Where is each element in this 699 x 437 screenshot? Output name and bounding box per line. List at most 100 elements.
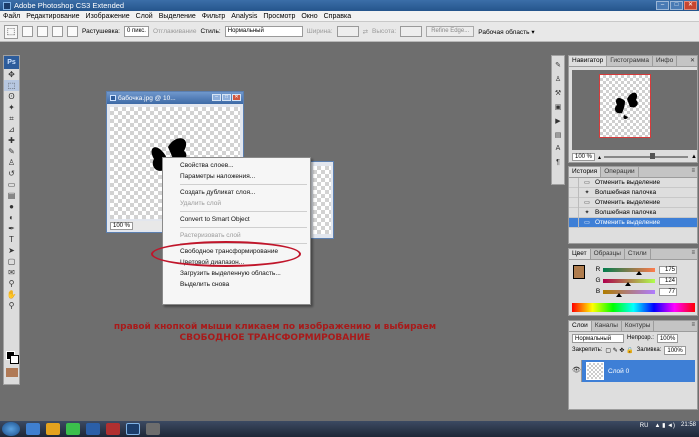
visibility-eye-icon[interactable]: 👁	[572, 360, 582, 382]
history-item[interactable]: ✦ Волшебная палочка	[569, 187, 697, 198]
tab-histogram[interactable]: Гистограмма	[607, 56, 653, 66]
close-button[interactable]: ✕	[684, 1, 697, 10]
menu-item-rasterize-layer[interactable]: Растеризовать слой	[163, 230, 310, 241]
menu-item-delete-layer[interactable]: Удалить слой	[163, 198, 310, 209]
character-panel-icon[interactable]: A	[552, 143, 564, 154]
brushes-panel-icon[interactable]: ✎	[552, 59, 564, 70]
tab-paths[interactable]: Контуры	[622, 321, 655, 331]
menu-image[interactable]: Изображение	[83, 13, 133, 20]
menu-filter[interactable]: Фильтр	[199, 13, 229, 20]
navigator-zoom-input[interactable]: 100 %	[572, 153, 596, 161]
workspace-menu[interactable]: Рабочая область ▾	[478, 28, 534, 36]
menu-item-duplicate-layer[interactable]: Создать дубликат слоя...	[163, 187, 310, 198]
color-slider-knob[interactable]	[615, 292, 622, 297]
clone-source-icon[interactable]: ♙	[552, 73, 564, 84]
zoom-slider-knob[interactable]	[650, 153, 656, 159]
red-slider[interactable]	[603, 267, 655, 275]
doc-minimize-button[interactable]: –	[212, 94, 221, 101]
new-selection-icon[interactable]	[22, 26, 33, 37]
crop-tool-icon[interactable]: ⌗	[4, 113, 19, 124]
tab-history[interactable]: История	[569, 167, 602, 177]
paragraph-panel-icon[interactable]: ¶	[552, 157, 564, 168]
refine-edge-button[interactable]: Refine Edge...	[426, 26, 475, 37]
history-item[interactable]: ✦ Волшебная палочка	[569, 207, 697, 218]
eyedropper-tool-icon[interactable]: ⚲	[4, 278, 19, 289]
clone-stamp-icon[interactable]: ♙	[4, 157, 19, 168]
menu-window[interactable]: Окно	[298, 13, 320, 20]
language-indicator[interactable]: RU	[640, 423, 649, 429]
menu-file[interactable]: Файл	[0, 13, 23, 20]
tab-info[interactable]: Инфо	[653, 56, 678, 66]
layer-row[interactable]: 👁 Слой 0	[572, 360, 695, 382]
eraser-tool-icon[interactable]: ▭	[4, 179, 19, 190]
explorer-icon[interactable]	[26, 423, 40, 435]
zoom-tool-icon[interactable]: ⚲	[4, 300, 19, 311]
document-zoom-input[interactable]: 100 %	[110, 221, 134, 230]
layer-comps-icon[interactable]: ▣	[552, 101, 564, 112]
history-menu-icon[interactable]: ≡	[691, 168, 695, 174]
menu-help[interactable]: Справка	[321, 13, 354, 20]
menu-layer[interactable]: Слой	[133, 13, 156, 20]
tab-styles[interactable]: Стили	[625, 249, 651, 259]
skype-icon[interactable]	[86, 423, 100, 435]
tab-color[interactable]: Цвет	[569, 249, 591, 259]
menu-edit[interactable]: Редактирование	[23, 13, 82, 20]
opacity-input[interactable]: 100%	[656, 333, 679, 343]
height-input[interactable]	[400, 26, 423, 37]
history-brush-icon[interactable]: ↺	[4, 168, 19, 179]
gradient-tool-icon[interactable]: ▤	[4, 190, 19, 201]
tray-icons[interactable]: ▲ ▮ ◄)	[654, 422, 675, 429]
doc-close-button[interactable]: ✕	[232, 94, 241, 101]
style-select[interactable]: Нормальный	[224, 26, 303, 37]
second-document-window[interactable]	[310, 161, 334, 239]
color-slider-knob[interactable]	[635, 270, 642, 275]
navigator-zoom-slider[interactable]	[604, 153, 689, 159]
color-menu-icon[interactable]: ≡	[691, 250, 695, 256]
type-tool-icon[interactable]: T	[4, 234, 19, 245]
menu-item-reselect[interactable]: Выделить снова	[163, 279, 310, 290]
green-input[interactable]: 124	[659, 276, 677, 285]
add-selection-icon[interactable]	[37, 26, 48, 37]
magic-wand-tool-icon[interactable]: ✦	[4, 102, 19, 113]
pen-tool-icon[interactable]: ✒	[4, 223, 19, 234]
foreground-color-preview[interactable]	[573, 265, 585, 279]
hand-tool-icon[interactable]: ✋	[4, 289, 19, 300]
navigator-preview[interactable]	[572, 70, 697, 150]
tool-presets-icon[interactable]: ⚒	[552, 87, 564, 98]
doc-maximize-button[interactable]: □	[222, 94, 231, 101]
zoom-out-icon[interactable]: ▴	[598, 154, 601, 161]
antialias-checkbox[interactable]: Отглаживание	[153, 28, 196, 35]
blue-slider[interactable]	[603, 289, 655, 297]
menu-analysis[interactable]: Analysis	[228, 13, 260, 20]
width-input[interactable]	[336, 26, 359, 37]
tab-layers[interactable]: Слои	[569, 321, 592, 331]
healing-brush-icon[interactable]: ✚	[4, 135, 19, 146]
dodge-tool-icon[interactable]: ◐	[4, 212, 19, 223]
tab-channels[interactable]: Каналы	[592, 321, 622, 331]
feather-input[interactable]: 0 пикс.	[123, 26, 149, 37]
tab-swatches[interactable]: Образцы	[591, 249, 625, 259]
panel-menu-icon[interactable]: ✕	[690, 57, 695, 64]
fill-input[interactable]: 100%	[664, 345, 686, 355]
menu-item-blending-options[interactable]: Параметры наложения...	[163, 171, 310, 182]
menu-item-load-selection[interactable]: Загрузить выделенную область...	[163, 268, 310, 279]
blur-tool-icon[interactable]: ●	[4, 201, 19, 212]
intersect-selection-icon[interactable]	[67, 26, 78, 37]
background-color-swatch[interactable]	[10, 355, 19, 364]
history-item[interactable]: ▭ Отменить выделение	[569, 197, 697, 208]
menu-view[interactable]: Просмотр	[260, 13, 298, 20]
history-item-selected[interactable]: ▭ Отменить выделение	[569, 217, 697, 228]
tab-actions[interactable]: Операции	[601, 167, 639, 177]
quick-mask-icon[interactable]	[6, 368, 18, 377]
menu-item-layer-properties[interactable]: Свойства слоев...	[163, 160, 310, 171]
red-input[interactable]: 175	[659, 265, 677, 274]
menu-select[interactable]: Выделение	[156, 13, 199, 20]
shape-tool-icon[interactable]: ▢	[4, 256, 19, 267]
document-titlebar[interactable]: бабочка.jpg @ 10... – □ ✕	[107, 92, 243, 104]
lock-icons[interactable]: ▢ ✎ ✥ 🔒	[605, 347, 633, 354]
color-slider-knob[interactable]	[625, 281, 632, 286]
opera-icon[interactable]	[106, 423, 120, 435]
animation-panel-icon[interactable]: ▶	[552, 115, 564, 126]
color-spectrum-bar[interactable]	[572, 303, 695, 312]
history-item[interactable]: ▭ Отменить выделение	[569, 177, 697, 188]
